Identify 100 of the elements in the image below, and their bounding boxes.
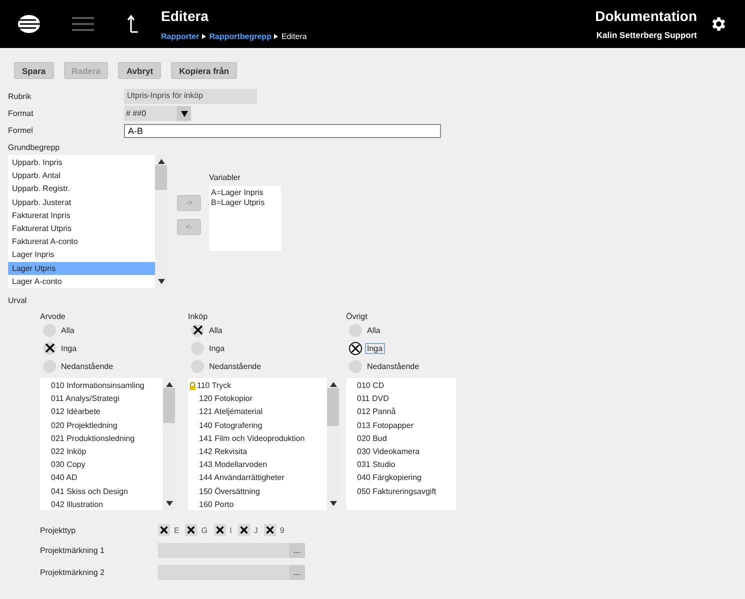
format-select[interactable]: # ##0: [124, 106, 191, 121]
concept-list[interactable]: Upparb. Inpris Upparb. Antal Upparb. Registr. Upparb. Justerat Fakturerat Inpris Fakturerat Utpris Fakturerat A-conto Lager Inpris Lager Utpris Lager A-conto: [8, 155, 167, 288]
list-item[interactable]: 140 Fotografering: [188, 418, 327, 432]
list-item[interactable]: 040 AD: [40, 471, 163, 484]
radio-label[interactable]: Nedanstående: [366, 362, 420, 370]
list-item[interactable]: Lager A-conto: [8, 274, 155, 288]
list-item[interactable]: 050 Faktureringsavgift: [346, 484, 456, 498]
code-list[interactable]: 010 CD 011 DVD 012 Pannå 013 Fotopapper 020 Bud 030 Videokamera 031 Studio 040 Färgkopiering 050 Faktureringsavgift: [346, 378, 456, 510]
page-title: Editera: [161, 8, 210, 24]
list-item[interactable]: Upparb. Antal: [8, 169, 155, 182]
list-item[interactable]: Fakturerat A-conto: [8, 235, 155, 248]
list-item[interactable]: 020 Projektledning: [40, 418, 163, 432]
list-item[interactable]: 030 Copy: [40, 458, 163, 472]
breadcrumb-current: Editera: [281, 32, 307, 40]
readonly-field: Utpris-Inpris för inköp: [124, 89, 257, 104]
list-item[interactable]: 110 Tryck: [188, 379, 327, 392]
variable-item[interactable]: A=Lager Inpris: [211, 188, 279, 197]
dropdown-icon: [180, 110, 188, 116]
radio-label[interactable]: Nedanstående: [60, 362, 114, 370]
code-list[interactable]: 110 Tryck 120 Fotokopior 121 Ateljématerial 140 Fotografering 141 Film och Videoproduktion 142 Rekvisita 143 Modellarvoden 144 Användarrättigheter 150 Översättning 160 Porto: [188, 378, 339, 510]
list-item[interactable]: 012 Pannå: [346, 405, 456, 419]
list-item[interactable]: 121 Ateljématerial: [188, 405, 327, 419]
radio-label[interactable]: Nedanstående: [208, 362, 262, 370]
list-item[interactable]: 120 Fotokopior: [188, 392, 327, 406]
up-arrow-icon[interactable]: [127, 15, 139, 33]
lookup-field[interactable]: ...: [158, 543, 305, 558]
list-item[interactable]: 041 Skiss och Design: [40, 484, 163, 498]
field-label: Projektmärkning 1: [40, 546, 106, 555]
list-item[interactable]: 150 Översättning: [188, 484, 327, 498]
user-name: Kalin Setterberg Support: [596, 30, 697, 40]
section-label: Grundbegrepp: [8, 143, 61, 152]
field-label: Format: [8, 109, 34, 118]
list-item[interactable]: Upparb. Registr.: [8, 182, 155, 196]
field-label: Formel: [8, 126, 34, 135]
list-item[interactable]: 021 Produktionsledning: [40, 432, 163, 445]
checkbox-label[interactable]: G: [201, 526, 208, 534]
variable-item[interactable]: B=Lager Utpris: [211, 198, 279, 207]
checkbox[interactable]: [214, 524, 226, 536]
scroll-down-icon[interactable]: [166, 501, 172, 506]
formula-field[interactable]: A-B: [124, 124, 441, 138]
checkbox-label[interactable]: J: [254, 526, 258, 534]
radio-label[interactable]: Alla: [208, 326, 224, 334]
list-item[interactable]: 010 Informationsinsamling: [40, 379, 163, 392]
list-item[interactable]: 144 Användarrättigheter: [188, 471, 327, 484]
scroll-thumb[interactable]: [163, 388, 175, 423]
checkbox[interactable]: [158, 524, 170, 536]
list-item[interactable]: 013 Fotopapper: [346, 418, 456, 432]
list-item[interactable]: Upparb. Justerat: [8, 196, 155, 209]
radio-label[interactable]: Alla: [366, 326, 382, 334]
radio-label[interactable]: Alla: [60, 326, 76, 334]
list-item[interactable]: 141 Film och Videoproduktion: [188, 432, 327, 445]
list-item[interactable]: Fakturerat Inpris: [8, 208, 155, 222]
section-label: Urval: [8, 296, 28, 305]
menu-icon[interactable]: [72, 16, 94, 32]
list-item[interactable]: 011 Analys/Strategi: [40, 392, 163, 406]
radio-label[interactable]: Inga: [60, 344, 78, 352]
checkbox-label[interactable]: E: [174, 526, 180, 534]
scroll-thumb[interactable]: [327, 388, 339, 426]
list-item[interactable]: 012 Idéarbete: [40, 405, 163, 419]
radio-button[interactable]: [349, 342, 362, 354]
checkbox[interactable]: [238, 524, 250, 536]
toolbar-button[interactable]: Spara: [14, 62, 54, 79]
list-item[interactable]: 142 Rekvisita: [188, 444, 327, 458]
radio-button[interactable]: [43, 342, 56, 354]
checkbox[interactable]: [264, 524, 276, 536]
field-label: Rubrik: [8, 92, 32, 101]
radio-label[interactable]: Inga: [208, 344, 226, 352]
radio-label[interactable]: Inga: [366, 344, 384, 352]
radio-button[interactable]: [191, 324, 204, 336]
breadcrumb-link[interactable]: Rapportbegrepp: [209, 32, 272, 40]
checkbox-label[interactable]: 9: [280, 526, 284, 534]
list-item[interactable]: 011 DVD: [346, 392, 456, 406]
browse-button[interactable]: ...: [289, 565, 305, 580]
list-item[interactable]: Lager Inpris: [8, 248, 155, 262]
list-item[interactable]: 022 Inköp: [40, 444, 163, 458]
toolbar-button[interactable]: Avbryt: [118, 62, 162, 79]
scroll-down-icon[interactable]: [158, 279, 164, 284]
scroll-thumb[interactable]: [155, 165, 167, 190]
list-item[interactable]: Upparb. Inpris: [8, 156, 155, 170]
code-list[interactable]: 010 Informationsinsamling 011 Analys/Strategi 012 Idéarbete 020 Projektledning 021 Produktionsledning 022 Inköp 030 Copy 040 AD 041 Skiss och Design 042 Illustration: [40, 378, 175, 510]
browse-button[interactable]: ...: [289, 543, 305, 558]
list-item[interactable]: Lager Utpris: [8, 262, 155, 275]
scroll-down-icon[interactable]: [330, 501, 336, 506]
breadcrumb-link[interactable]: Rapporter: [161, 32, 200, 40]
lookup-field[interactable]: ...: [158, 565, 305, 580]
list-item[interactable]: 020 Bud: [346, 432, 456, 445]
field-label: Projekttyp: [40, 526, 77, 534]
checkbox-label[interactable]: I: [230, 526, 232, 534]
list-item[interactable]: 040 Färgkopiering: [346, 471, 456, 484]
toolbar-button[interactable]: Kopiera från: [171, 62, 238, 79]
list-item[interactable]: 010 CD: [346, 379, 456, 392]
list-item[interactable]: Fakturerat Utpris: [8, 222, 155, 236]
checkbox[interactable]: [185, 524, 198, 536]
list-item[interactable]: 031 Studio: [346, 458, 456, 472]
logo-icon[interactable]: [16, 14, 42, 34]
list-item[interactable]: 030 Videokamera: [346, 444, 456, 458]
list-item[interactable]: 143 Modellarvoden: [188, 458, 327, 472]
list-item[interactable]: 160 Porto: [188, 498, 327, 511]
variables-list[interactable]: A=Lager Inpris B=Lager Utpris: [209, 186, 281, 251]
list-item[interactable]: 042 Illustration: [40, 498, 163, 511]
